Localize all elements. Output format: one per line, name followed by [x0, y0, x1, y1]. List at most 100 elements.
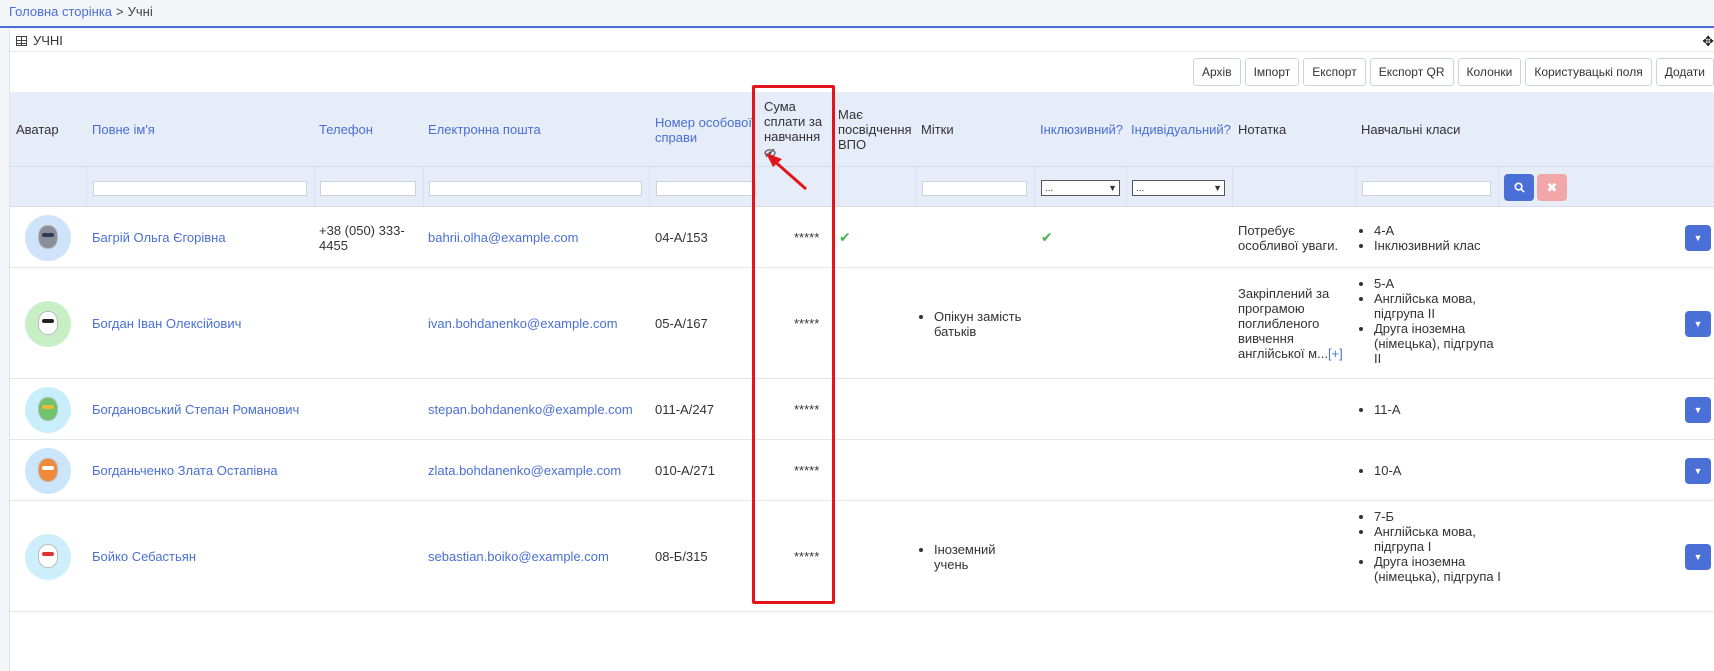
students-panel: УЧНІ ✥ Архів Імпорт Експорт Експорт QR Колон… — [9, 30, 1714, 671]
toolbar-button-0[interactable]: Архів — [1192, 58, 1241, 86]
fullscreen-icon[interactable]: ✥ — [1702, 33, 1714, 50]
toolbar-button-1[interactable]: Імпорт — [1244, 58, 1300, 86]
tuition-hidden-value: ***** — [794, 548, 820, 564]
search-button[interactable] — [1504, 174, 1534, 201]
chevron-down-icon: ▼ — [1213, 183, 1222, 193]
breadcrumb-home-link[interactable]: Головна сторінка — [9, 4, 112, 19]
col-header-full-name[interactable]: Повне ім'я — [92, 92, 312, 167]
toolbar-button-3[interactable]: Експорт QR — [1369, 58, 1454, 86]
avatar-feature — [42, 404, 54, 409]
file-number-value: 05-А/167 — [655, 315, 708, 331]
note-expand-link[interactable]: [+] — [1328, 346, 1343, 361]
row-actions-button[interactable]: ▼ — [1685, 457, 1711, 484]
email-link[interactable]: zlata.bohdanenko@example.com — [428, 463, 621, 478]
panel-title: УЧНІ — [33, 33, 63, 48]
eye-slash-icon[interactable] — [764, 146, 776, 161]
col-header-inclusive[interactable]: Інклюзивний? — [1040, 92, 1130, 167]
class-item: Інклюзивний клас — [1374, 238, 1501, 253]
avatar — [25, 214, 71, 261]
avatar-face — [38, 224, 58, 249]
student-name-link[interactable]: Богдан Іван Олексійович — [92, 316, 241, 331]
toolbar-button-4[interactable]: Колонки — [1457, 58, 1522, 86]
col-header-note: Нотатка — [1238, 122, 1287, 137]
avatar-face — [38, 310, 58, 335]
table-row: Богдановський Степан Романович stepan.boh… — [10, 379, 1714, 440]
top-divider — [0, 26, 1714, 28]
col-divider — [86, 167, 87, 206]
avatar — [25, 533, 71, 580]
avatar-feature — [42, 465, 54, 470]
col-header-tuition-label: Сума сплати за навчання — [764, 98, 823, 144]
avatar-face — [38, 543, 58, 568]
toolbar-button-2[interactable]: Експорт — [1303, 58, 1366, 86]
class-item: 5-А — [1374, 276, 1501, 291]
inclusive-check-icon: ✔ — [1041, 228, 1053, 245]
panel-header: УЧНІ ✥ — [10, 30, 1714, 52]
student-name-link[interactable]: Богдановський Степан Романович — [92, 402, 299, 417]
students-table: Аватар Повне ім'я Телефон Електронна пош… — [10, 92, 1714, 612]
col-header-avatar: Аватар — [16, 122, 59, 137]
table-body: Багрій Ольга Єгорівна +38 (050) 333-4455 b… — [10, 207, 1714, 612]
row-actions-button[interactable]: ▼ — [1685, 310, 1711, 337]
col-divider — [423, 167, 424, 206]
col-header-tuition[interactable]: Сума сплати за навчання — [764, 92, 836, 167]
avatar — [25, 300, 71, 347]
email-link[interactable]: ivan.bohdanenko@example.com — [428, 316, 618, 331]
filter-full-name-input[interactable] — [93, 181, 307, 196]
filter-file-number-input[interactable] — [656, 181, 756, 196]
col-divider — [838, 167, 839, 206]
file-number-value: 08-Б/315 — [655, 548, 708, 564]
col-header-individual[interactable]: Індивідуальний? — [1131, 92, 1231, 167]
avatar-feature — [42, 318, 54, 323]
email-link[interactable]: stepan.bohdanenko@example.com — [428, 402, 633, 417]
table-header: Аватар Повне ім'я Телефон Електронна пош… — [10, 92, 1714, 167]
student-name-link[interactable]: Бойко Себастьян — [92, 549, 196, 564]
email-link[interactable]: bahrii.olha@example.com — [428, 230, 579, 245]
table-row: Бойко Себастьян sebastian.boiko@example.c… — [10, 501, 1714, 612]
vpo-check-icon: ✔ — [839, 228, 851, 245]
row-actions-button[interactable]: ▼ — [1685, 224, 1711, 251]
tag-item: Опікун замість батьків — [934, 309, 1031, 339]
breadcrumb-current: Учні — [127, 4, 153, 19]
filter-tags-input[interactable] — [922, 181, 1027, 196]
tags-list: Опікун замість батьків — [921, 309, 1031, 339]
col-divider — [1355, 167, 1356, 206]
col-divider — [1232, 167, 1233, 206]
avatar — [25, 447, 71, 494]
email-link[interactable]: sebastian.boiko@example.com — [428, 549, 609, 564]
file-number-value: 011-А/247 — [655, 401, 715, 417]
filter-classes-input[interactable] — [1362, 181, 1491, 196]
chevron-down-icon: ▼ — [1108, 183, 1117, 193]
col-divider — [915, 167, 916, 206]
filter-email-input[interactable] — [429, 181, 642, 196]
toolbar-button-6[interactable]: Додати — [1655, 58, 1714, 86]
col-header-email[interactable]: Електронна пошта — [428, 92, 648, 167]
col-header-file-number[interactable]: Номер особової справи — [655, 92, 755, 167]
breadcrumb: Головна сторінка > Учні — [9, 4, 153, 19]
row-actions-button[interactable]: ▼ — [1685, 543, 1711, 570]
class-item: 11-А — [1374, 402, 1501, 417]
file-number-value: 04-А/153 — [655, 229, 708, 245]
classes-list: 10-А — [1361, 463, 1501, 478]
filter-individual-select[interactable]: ... ▼ — [1132, 180, 1225, 196]
row-actions-button[interactable]: ▼ — [1685, 396, 1711, 423]
classes-list: 7-БАнглійська мова, підгрупа IДруга іноз… — [1361, 509, 1501, 584]
table-row: Багрій Ольга Єгорівна +38 (050) 333-4455 b… — [10, 207, 1714, 268]
tags-list: Іноземний учень — [921, 542, 1031, 572]
caret-down-icon: ▼ — [1693, 404, 1703, 415]
caret-down-icon: ▼ — [1693, 232, 1703, 243]
classes-list: 11-А — [1361, 402, 1501, 417]
file-number-value: 010-А/271 — [655, 462, 715, 478]
reset-filters-button[interactable]: ✖ — [1537, 174, 1567, 201]
student-name-link[interactable]: Багрій Ольга Єгорівна — [92, 230, 226, 245]
search-icon — [1513, 182, 1525, 193]
student-name-link[interactable]: Богданьченко Злата Остапівна — [92, 463, 278, 478]
caret-down-icon: ▼ — [1693, 465, 1703, 476]
toolbar: Архів Імпорт Експорт Експорт QR Колонки Корис… — [1192, 58, 1714, 86]
filter-phone-input[interactable] — [320, 181, 416, 196]
filter-inclusive-select[interactable]: ... ▼ — [1041, 180, 1120, 196]
toolbar-button-5[interactable]: Користувацькі поля — [1525, 58, 1652, 86]
class-item: Друга іноземна (німецька), підгрупа II — [1374, 321, 1501, 366]
col-header-vpo: Має посвідчення ВПО — [838, 107, 912, 152]
col-header-phone[interactable]: Телефон — [319, 92, 419, 167]
